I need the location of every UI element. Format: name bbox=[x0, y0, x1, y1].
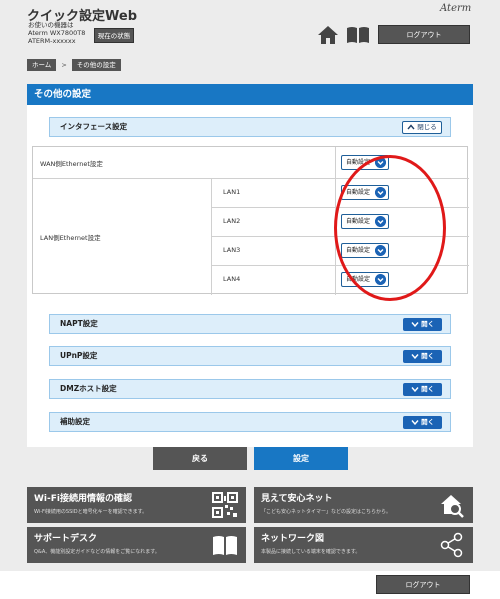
lan2-select[interactable]: 自動設定 bbox=[341, 214, 389, 229]
chevron-up-icon bbox=[407, 124, 415, 130]
divider bbox=[211, 236, 469, 237]
divider bbox=[211, 178, 212, 295]
expand-button[interactable]: 開く bbox=[403, 416, 442, 429]
lan1-select[interactable]: 自動設定 bbox=[341, 185, 389, 200]
expand-label: 開く bbox=[421, 385, 435, 393]
lan1-label: LAN1 bbox=[223, 188, 241, 196]
breadcrumb: ホーム > その他の設定 bbox=[27, 59, 121, 71]
expand-label: 開く bbox=[421, 320, 435, 328]
tile-support-desk[interactable]: サポートデスク Q&A、機能別設定ガイドなどの情報をご覧になれます。 bbox=[27, 527, 246, 563]
expand-button[interactable]: 開く bbox=[403, 383, 442, 396]
section-auxiliary[interactable]: 補助設定 開く bbox=[49, 412, 451, 432]
interface-table: WAN側Ethernet設定 自動設定 LAN側Ethernet設定 LAN1 … bbox=[32, 146, 469, 295]
breadcrumb-separator: > bbox=[61, 61, 67, 69]
device-info-line: お使いの機器は bbox=[28, 21, 74, 29]
lan3-label: LAN3 bbox=[223, 246, 241, 254]
section-interface-label: インタフェース設定 bbox=[60, 122, 128, 131]
book-icon[interactable] bbox=[346, 26, 370, 44]
section-napt-label: NAPT設定 bbox=[60, 319, 98, 328]
header: クイック設定Web お使いの機器は Aterm WX7800T8 ATERM-x… bbox=[0, 0, 500, 52]
expand-button[interactable]: 開く bbox=[403, 350, 442, 363]
tile-safe-net[interactable]: 見えて安心ネット 「こども安心ネットタイマー」などの設定はこちらから。 bbox=[254, 487, 473, 523]
chevron-down-icon bbox=[375, 216, 386, 227]
device-info: お使いの機器は Aterm WX7800T8 ATERM-xxxxxx bbox=[28, 21, 85, 45]
lan3-select[interactable]: 自動設定 bbox=[341, 243, 389, 258]
lan1-value: 自動設定 bbox=[346, 189, 371, 196]
tile-wifi-info[interactable]: Wi-Fi接続用情報の確認 Wi-Fi接続用のSSIDと暗号化キーを確認できます… bbox=[27, 487, 246, 523]
section-auxiliary-label: 補助設定 bbox=[60, 417, 90, 426]
tile-title: サポートデスク bbox=[34, 534, 98, 544]
book-open-icon bbox=[213, 536, 237, 555]
logout-button-bottom[interactable]: ログアウト bbox=[376, 575, 470, 594]
section-upnp[interactable]: UPnP設定 開く bbox=[49, 346, 451, 366]
tile-network-map[interactable]: ネットワーク図 本製品に接続している端末を確認できます。 bbox=[254, 527, 473, 563]
chevron-down-icon bbox=[411, 387, 419, 393]
set-button[interactable]: 設定 bbox=[254, 447, 348, 470]
divider bbox=[211, 207, 469, 208]
lan3-value: 自動設定 bbox=[346, 247, 371, 254]
main-panel: その他の設定 インタフェース設定 閉じる WAN側Ethernet設定 自動設定 bbox=[27, 84, 473, 447]
breadcrumb-current: その他の設定 bbox=[71, 59, 121, 71]
section-napt[interactable]: NAPT設定 開く bbox=[49, 314, 451, 334]
chevron-down-icon bbox=[375, 274, 386, 285]
lan-ethernet-label: LAN側Ethernet設定 bbox=[40, 234, 101, 242]
chevron-down-icon bbox=[375, 187, 386, 198]
chevron-down-icon bbox=[411, 354, 419, 360]
section-dmz-label: DMZホスト設定 bbox=[60, 384, 117, 393]
lan2-label: LAN2 bbox=[223, 217, 241, 225]
tile-desc: Q&A、機能別設定ガイドなどの情報をご覧になれます。 bbox=[34, 549, 160, 555]
tile-desc: Wi-Fi接続用のSSIDと暗号化キーを確認できます。 bbox=[34, 509, 148, 515]
divider bbox=[33, 178, 469, 179]
collapse-label: 閉じる bbox=[417, 123, 437, 131]
lan4-select[interactable]: 自動設定 bbox=[341, 272, 389, 287]
tile-desc: 「こども安心ネットタイマー」などの設定はこちらから。 bbox=[261, 509, 392, 515]
wan-ethernet-label: WAN側Ethernet設定 bbox=[40, 160, 103, 168]
back-button[interactable]: 戻る bbox=[153, 447, 247, 470]
wan-ethernet-value: 自動設定 bbox=[346, 159, 371, 166]
section-dmz[interactable]: DMZホスト設定 開く bbox=[49, 379, 451, 399]
tile-title: ネットワーク図 bbox=[261, 534, 325, 544]
collapse-button[interactable]: 閉じる bbox=[402, 121, 442, 134]
qr-code-icon bbox=[212, 492, 238, 518]
device-model: Aterm WX7800T8 bbox=[28, 29, 86, 37]
tile-title: Wi-Fi接続用情報の確認 bbox=[34, 494, 132, 504]
expand-button[interactable]: 開く bbox=[403, 318, 442, 331]
wan-ethernet-select[interactable]: 自動設定 bbox=[341, 155, 389, 170]
lan2-value: 自動設定 bbox=[346, 218, 371, 225]
page: クイック設定Web お使いの機器は Aterm WX7800T8 ATERM-x… bbox=[0, 0, 500, 599]
breadcrumb-home[interactable]: ホーム bbox=[27, 59, 57, 71]
current-status-button[interactable]: 現在の状態 bbox=[94, 28, 134, 43]
lan4-value: 自動設定 bbox=[346, 276, 371, 283]
tile-desc: 本製品に接続している端末を確認できます。 bbox=[261, 549, 361, 555]
chevron-down-icon bbox=[411, 322, 419, 328]
page-title: その他の設定 bbox=[27, 84, 473, 105]
chevron-down-icon bbox=[375, 245, 386, 256]
network-share-icon bbox=[440, 532, 463, 558]
device-name: ATERM-xxxxxx bbox=[28, 37, 76, 45]
lan4-label: LAN4 bbox=[223, 275, 241, 283]
logout-button[interactable]: ログアウト bbox=[378, 25, 470, 44]
chevron-down-icon bbox=[411, 420, 419, 426]
tile-title: 見えて安心ネット bbox=[261, 494, 333, 504]
divider bbox=[211, 265, 469, 266]
section-upnp-label: UPnP設定 bbox=[60, 351, 98, 360]
home-icon[interactable] bbox=[317, 24, 339, 46]
expand-label: 開く bbox=[421, 418, 435, 426]
house-search-icon bbox=[441, 495, 464, 518]
brand-logo: Aterm bbox=[440, 3, 472, 14]
divider bbox=[335, 147, 336, 295]
chevron-down-icon bbox=[375, 157, 386, 168]
expand-label: 開く bbox=[421, 352, 435, 360]
section-interface: インタフェース設定 閉じる bbox=[49, 117, 451, 137]
